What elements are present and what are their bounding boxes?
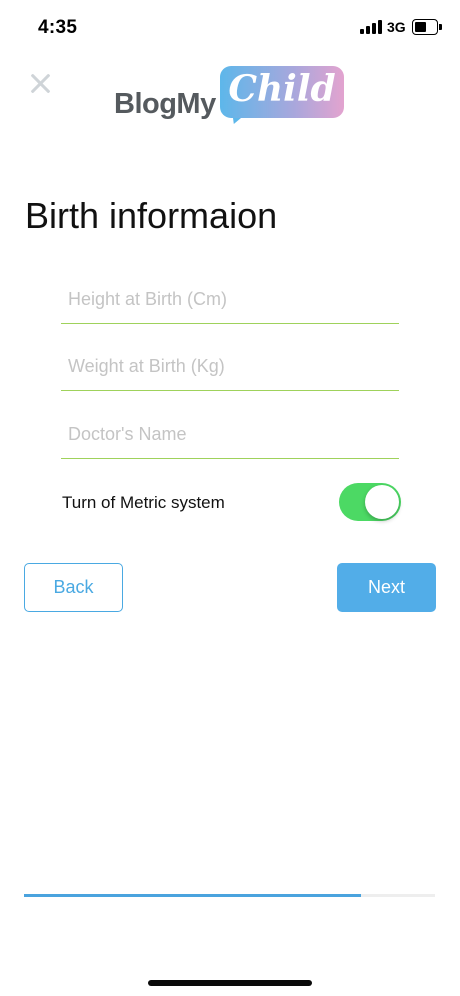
- logo-script-text: Child: [228, 68, 336, 110]
- metric-toggle-label: Turn of Metric system: [62, 493, 225, 512]
- progress-fill: [24, 894, 362, 897]
- network-type-label: 3G: [387, 19, 406, 35]
- doctor-name-input[interactable]: [61, 411, 399, 458]
- height-field: [61, 276, 399, 324]
- metric-system-toggle[interactable]: [339, 483, 401, 521]
- status-bar: 4:35 3G: [0, 0, 460, 56]
- back-button[interactable]: Back: [24, 563, 123, 612]
- cellular-signal-icon: [360, 20, 382, 34]
- weight-at-birth-input[interactable]: [61, 343, 399, 390]
- logo-bubble: Child: [220, 66, 344, 118]
- app-logo: BlogMy Child: [112, 64, 352, 128]
- close-icon[interactable]: [24, 68, 56, 100]
- page-title: Birth informaion: [25, 195, 278, 236]
- battery-icon: [412, 19, 442, 35]
- next-button[interactable]: Next: [337, 563, 436, 612]
- home-indicator[interactable]: [148, 980, 312, 986]
- toggle-knob: [365, 485, 399, 519]
- progress-bar: [24, 894, 435, 897]
- weight-field: [61, 343, 399, 391]
- doctor-field: [61, 411, 399, 459]
- height-at-birth-input[interactable]: [61, 276, 399, 323]
- logo-wordmark: BlogMy: [114, 88, 216, 120]
- status-time: 4:35: [38, 17, 78, 38]
